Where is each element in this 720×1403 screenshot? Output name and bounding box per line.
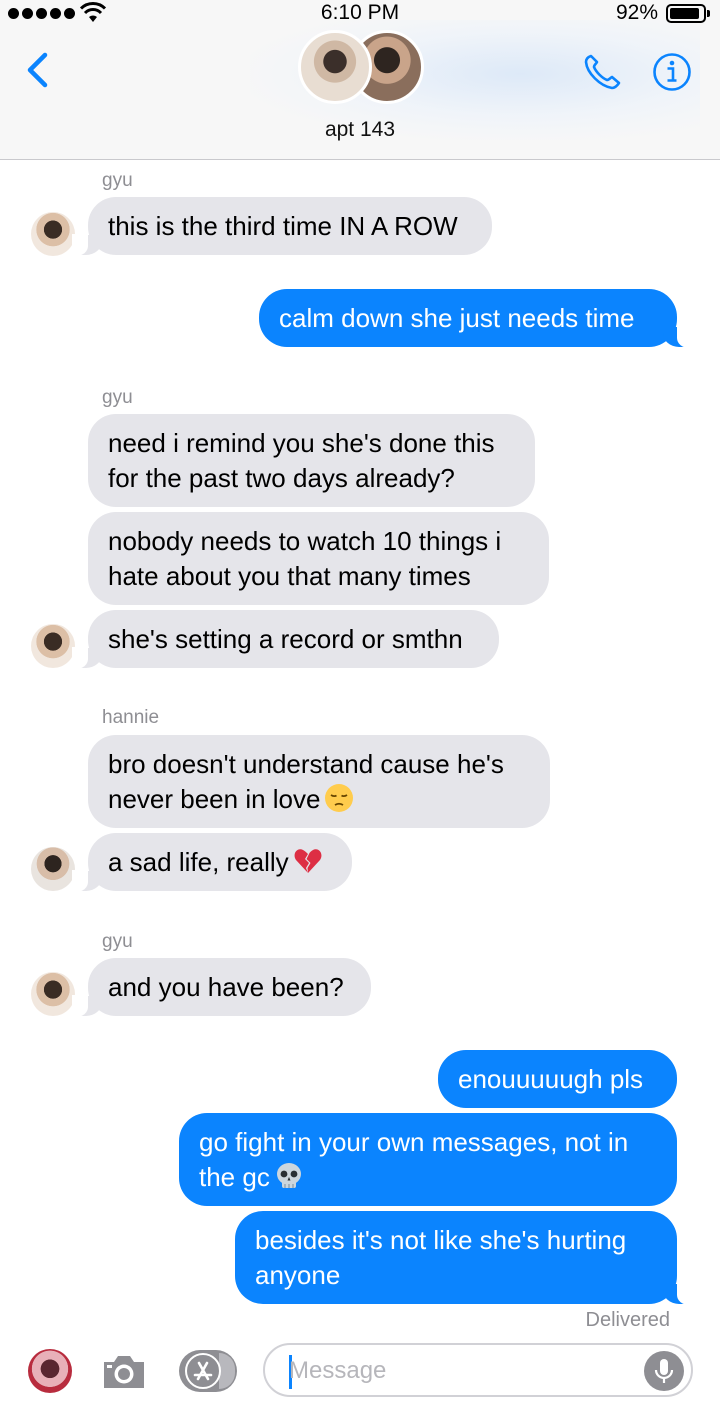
incoming-message[interactable]: bro doesn't understand cause he's never … xyxy=(88,735,550,828)
outgoing-message[interactable]: go fight in your own messages, not in th… xyxy=(179,1113,677,1206)
status-bar: 6:10 PM 92% xyxy=(0,0,720,28)
message-text: besides it's not like she's hurting xyxy=(255,1225,627,1255)
message-text: the gc xyxy=(199,1162,270,1192)
message-text: calm down she just needs time xyxy=(279,303,635,333)
message-text: need i remind you she's done this xyxy=(108,428,495,458)
broken-heart-emoji xyxy=(294,849,322,873)
chevron-left-icon[interactable] xyxy=(24,52,50,88)
microphone-icon[interactable] xyxy=(644,1351,684,1391)
conversation-title[interactable]: apt 143 xyxy=(0,118,720,142)
sender-name: gyu xyxy=(102,931,133,952)
sender-name: hannie xyxy=(102,707,160,728)
info-icon[interactable] xyxy=(652,52,692,92)
incoming-message[interactable]: a sad life, really xyxy=(72,833,352,892)
memoji-avatar[interactable] xyxy=(28,1349,72,1393)
message-text: for the past two days already? xyxy=(108,463,455,493)
message-text: nobody needs to watch 10 things i xyxy=(108,526,502,556)
outgoing-message[interactable]: besides it's not like she's hurting anyo… xyxy=(235,1211,693,1305)
incoming-message[interactable]: nobody needs to watch 10 things i hate a… xyxy=(88,512,549,605)
sender-name: gyu xyxy=(102,387,133,408)
compose-bar xyxy=(0,1338,720,1403)
message-input[interactable] xyxy=(289,1353,629,1389)
sender-name: gyu xyxy=(102,170,133,191)
incoming-message[interactable]: and you have been? xyxy=(72,958,371,1017)
outgoing-message[interactable]: enouuuuugh pls xyxy=(438,1050,677,1108)
app-store-icon[interactable] xyxy=(179,1350,237,1392)
message-text: she's setting a record or smthn xyxy=(108,624,463,654)
message-text: and you have been? xyxy=(108,972,344,1002)
pensive-face-emoji xyxy=(325,784,354,812)
message-text: this is the third time IN A ROW xyxy=(108,211,458,241)
avatar[interactable] xyxy=(31,972,75,1016)
skull-emoji xyxy=(276,1163,301,1188)
avatar[interactable] xyxy=(31,847,75,891)
camera-icon[interactable] xyxy=(100,1351,148,1391)
battery-icon xyxy=(666,4,710,23)
message-input-field[interactable] xyxy=(263,1343,693,1397)
message-text: go fight in your own messages, not in xyxy=(199,1127,629,1157)
message-text: a sad life, really xyxy=(108,847,289,877)
message-text: hate about you that many times xyxy=(108,561,471,591)
incoming-message[interactable]: need i remind you she's done this for th… xyxy=(88,414,535,507)
message-text: enouuuuugh pls xyxy=(458,1064,644,1094)
battery-percent: 92% xyxy=(615,1,658,24)
message-text: anyone xyxy=(255,1260,341,1290)
incoming-message[interactable]: she's setting a record or smthn xyxy=(72,610,499,669)
avatar[interactable] xyxy=(31,624,75,668)
group-member-avatar xyxy=(298,30,372,104)
phone-icon[interactable] xyxy=(582,52,624,92)
incoming-message[interactable]: this is the third time IN A ROW xyxy=(72,197,492,256)
outgoing-message[interactable]: calm down she just needs time xyxy=(259,289,693,348)
group-avatars[interactable] xyxy=(298,30,428,106)
message-text: bro doesn't understand cause he's xyxy=(108,749,504,779)
status-time: 6:10 PM xyxy=(320,1,400,24)
avatar[interactable] xyxy=(31,212,75,256)
message-text: never been in love xyxy=(108,784,321,814)
delivery-status: Delivered xyxy=(585,1309,670,1331)
